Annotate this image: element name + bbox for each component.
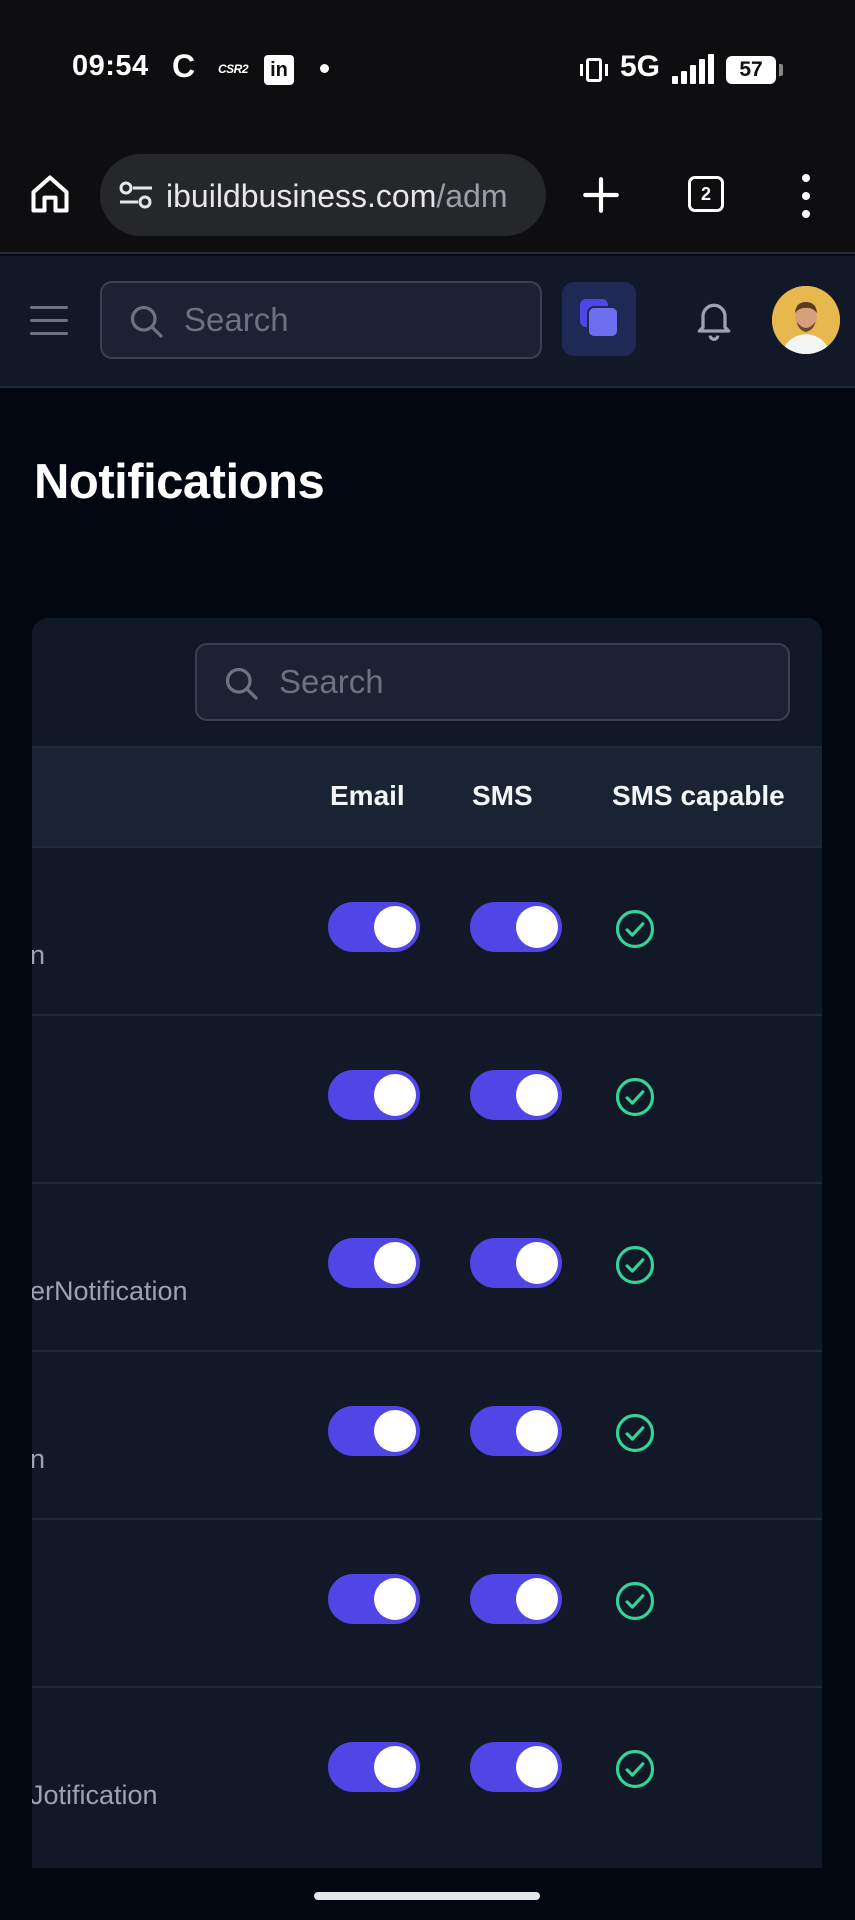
url-text[interactable]: ibuildbusiness.com/adm	[166, 178, 508, 215]
table-search-input[interactable]	[279, 645, 619, 719]
bell-icon[interactable]	[692, 298, 736, 342]
toggle-knob	[374, 1578, 416, 1620]
more-vert-icon[interactable]	[796, 174, 816, 218]
sms-toggle[interactable]	[470, 1070, 562, 1120]
csr2-app-icon: CSR2	[218, 62, 249, 76]
column-header-sms-capable[interactable]: SMS capable	[612, 780, 785, 812]
tune-icon[interactable]	[118, 180, 154, 210]
toggle-knob	[374, 1410, 416, 1452]
app-header	[0, 256, 855, 388]
copy-icon	[580, 299, 619, 338]
toggle-knob	[374, 906, 416, 948]
home-icon[interactable]	[28, 172, 72, 216]
sms-toggle[interactable]	[470, 1238, 562, 1288]
network-type: 5G	[620, 50, 661, 83]
linkedin-icon: in	[264, 55, 294, 85]
table-row: erNotification	[32, 1182, 822, 1350]
avatar[interactable]	[772, 286, 840, 354]
vibrate-icon	[580, 58, 608, 82]
search-icon	[130, 305, 163, 338]
notification-dot-icon	[320, 64, 329, 73]
check-circle-icon	[615, 1077, 655, 1117]
email-toggle[interactable]	[328, 1574, 420, 1624]
toggle-knob	[374, 1242, 416, 1284]
email-toggle[interactable]	[328, 1238, 420, 1288]
table-row	[32, 1518, 822, 1686]
toggle-knob	[516, 906, 558, 948]
toggle-knob	[516, 1410, 558, 1452]
email-toggle[interactable]	[328, 902, 420, 952]
address-bar[interactable]: ibuildbusiness.com/adm	[100, 154, 546, 236]
status-bar: 09:54 C CSR2 in 5G 57	[0, 0, 855, 140]
toggle-knob	[374, 1746, 416, 1788]
apps-button[interactable]	[562, 282, 636, 356]
toggle-knob	[516, 1746, 558, 1788]
email-toggle[interactable]	[328, 1406, 420, 1456]
notification-name: Jotification	[32, 1780, 158, 1810]
table-row	[32, 1014, 822, 1182]
notification-name: n	[32, 1444, 46, 1474]
column-header-email[interactable]: Email	[330, 780, 405, 812]
toggle-knob	[516, 1242, 558, 1284]
table-row: n	[32, 1350, 822, 1518]
signal-icon	[672, 54, 714, 84]
sms-toggle[interactable]	[470, 1406, 562, 1456]
check-circle-icon	[615, 1245, 655, 1285]
check-circle-icon	[615, 1581, 655, 1621]
check-circle-icon	[615, 1749, 655, 1789]
page-title: Notifications	[34, 455, 325, 509]
table-row: n	[32, 846, 822, 1014]
sms-toggle[interactable]	[470, 1742, 562, 1792]
toggle-knob	[516, 1074, 558, 1116]
notification-name: erNotification	[32, 1276, 188, 1306]
email-toggle[interactable]	[328, 1742, 420, 1792]
menu-icon[interactable]	[30, 306, 68, 336]
toggle-knob	[516, 1578, 558, 1620]
check-circle-icon	[615, 1413, 655, 1453]
sms-toggle[interactable]	[470, 902, 562, 952]
table-header: Email SMS SMS capable	[32, 746, 822, 846]
toggle-knob	[374, 1074, 416, 1116]
check-circle-icon	[615, 909, 655, 949]
card-toolbar	[32, 618, 822, 746]
home-indicator[interactable]	[314, 1892, 540, 1900]
browser-toolbar: ibuildbusiness.com/adm 2	[0, 140, 855, 254]
notification-name: n	[32, 940, 46, 970]
c-app-icon: C	[172, 48, 196, 84]
notifications-card: Email SMS SMS capable n erNotification n Jo…	[32, 618, 822, 1868]
battery-icon: 57	[726, 56, 783, 84]
avatar-image	[772, 286, 840, 354]
table-search[interactable]	[195, 643, 790, 721]
email-toggle[interactable]	[328, 1070, 420, 1120]
header-search-input[interactable]	[184, 283, 524, 357]
column-header-sms[interactable]: SMS	[472, 780, 533, 812]
sms-toggle[interactable]	[470, 1574, 562, 1624]
tab-switcher-button[interactable]: 2	[688, 176, 724, 212]
search-icon	[225, 667, 258, 700]
table-row: Jotification	[32, 1686, 822, 1854]
status-time: 09:54	[72, 50, 149, 82]
header-search[interactable]	[100, 281, 542, 359]
new-tab-plus-icon[interactable]	[580, 174, 622, 216]
